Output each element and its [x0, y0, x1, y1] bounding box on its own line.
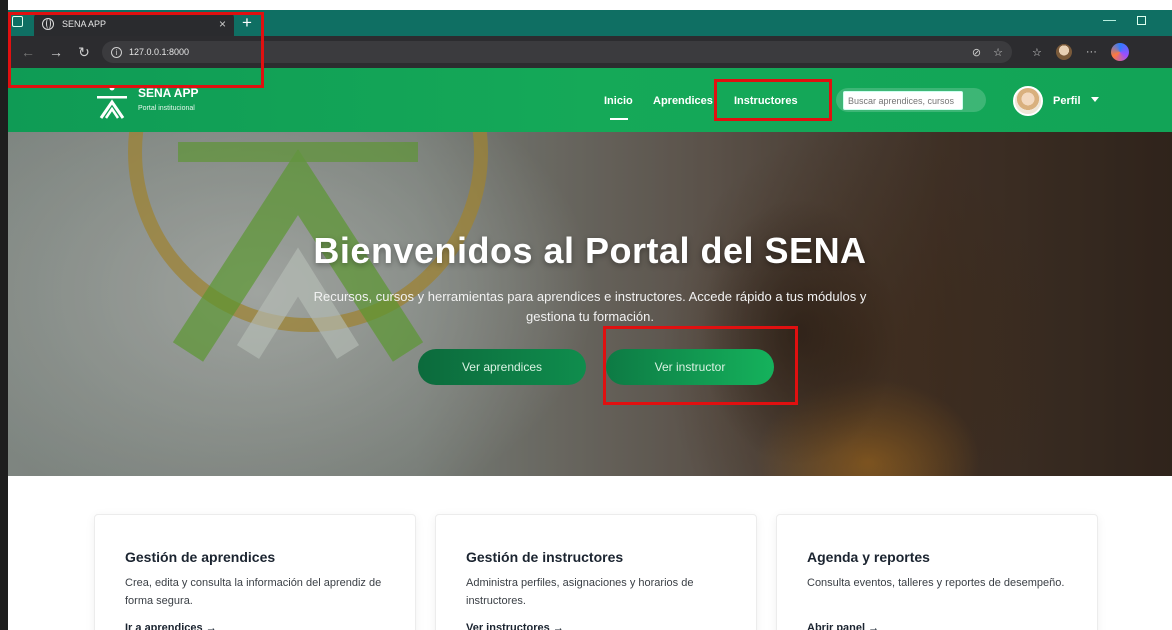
card-title: Gestión de instructores: [466, 549, 624, 565]
copilot-icon[interactable]: [1110, 43, 1129, 61]
window-edge: [0, 0, 8, 630]
globe-icon: [42, 18, 54, 30]
site-info-icon[interactable]: i: [111, 46, 122, 58]
forward-icon[interactable]: →: [48, 44, 64, 60]
site-navbar: SENA APP Portal institucional Inicio Apr…: [8, 68, 1172, 132]
card-link-instructores[interactable]: Ver instructores →: [466, 622, 564, 630]
chevron-down-icon[interactable]: [1091, 97, 1099, 102]
browser-tab[interactable]: SENA APP ×: [34, 12, 234, 36]
card-title: Gestión de aprendices: [125, 549, 276, 565]
card-text: Administra perfiles, asignaciones y hora…: [466, 577, 694, 607]
avatar[interactable]: [1013, 86, 1043, 116]
card-title: Agenda y reportes: [807, 549, 930, 565]
address-bar[interactable]: i 127.0.0.1:8000 ⊘ ☆: [102, 41, 1012, 63]
hero-title: Bienvenidos al Portal del SENA: [313, 230, 867, 271]
ver-instructor-button[interactable]: Ver instructor: [606, 349, 774, 385]
hero-subtitle: Recursos, cursos y herramientas para apr…: [313, 289, 867, 324]
more-menu-icon[interactable]: ···: [1086, 46, 1097, 58]
back-icon[interactable]: ←: [20, 44, 36, 60]
tracking-icon[interactable]: ⊘: [972, 46, 981, 59]
browser-profile-icon[interactable]: [1055, 44, 1072, 60]
site-logo-title[interactable]: SENA APP: [138, 86, 198, 100]
card-agenda: Agenda y reportes Consulta eventos, tall…: [776, 514, 1098, 630]
nav-instructores[interactable]: Instructores: [734, 95, 798, 107]
favorites-icon[interactable]: ☆: [1032, 46, 1042, 59]
card-text: Crea, edita y consulta la información de…: [125, 577, 382, 607]
favorite-star-icon[interactable]: ☆: [993, 46, 1003, 59]
card-aprendices: Gestión de aprendices Crea, edita y cons…: [94, 514, 416, 630]
profile-menu-label[interactable]: Perfil: [1053, 95, 1081, 107]
maximize-icon[interactable]: [1137, 16, 1146, 25]
browser-tab-bar: SENA APP × + —: [8, 10, 1172, 36]
card-link-aprendices[interactable]: Ir a aprendices →: [125, 622, 217, 630]
tab-title: SENA APP: [62, 19, 107, 29]
card-text: Consulta eventos, talleres y reportes de…: [807, 577, 1065, 589]
hero-section: Bienvenidos al Portal del SENA Recursos,…: [8, 132, 1172, 476]
card-instructores: Gestión de instructores Administra perfi…: [435, 514, 757, 630]
minimize-icon[interactable]: —: [1103, 12, 1116, 27]
site-logo-subtitle: Portal institucional: [138, 105, 195, 112]
card-link-panel[interactable]: Abrir panel →: [807, 622, 879, 630]
url-text: 127.0.0.1:8000: [129, 47, 190, 57]
ver-aprendices-button[interactable]: Ver aprendices: [418, 349, 586, 385]
reload-icon[interactable]: ↻: [76, 44, 92, 61]
window-menu-icon[interactable]: [12, 16, 23, 27]
screenshot-frame: SENA APP × + — ← → ↻ i 127.0.0.1:8000 ⊘ …: [0, 0, 1172, 630]
sena-logo-icon[interactable]: [95, 84, 129, 120]
nav-active-indicator: [610, 118, 628, 120]
tab-close-icon[interactable]: ×: [219, 17, 226, 31]
search-input[interactable]: [843, 91, 963, 110]
nav-aprendices[interactable]: Aprendices: [653, 95, 713, 107]
browser-toolbar: ← → ↻ i 127.0.0.1:8000 ⊘ ☆ ☆ ···: [8, 36, 1172, 68]
nav-inicio[interactable]: Inicio: [604, 95, 633, 107]
new-tab-button[interactable]: +: [234, 11, 260, 36]
